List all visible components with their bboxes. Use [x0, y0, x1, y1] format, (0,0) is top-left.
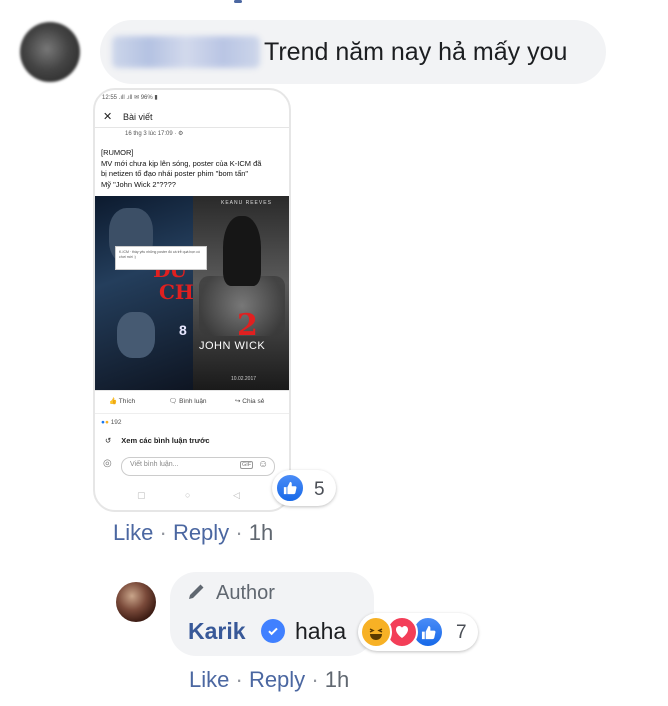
reply-text: haha — [295, 618, 347, 644]
author-badge: Author — [216, 582, 275, 604]
avatar[interactable] — [116, 582, 156, 622]
post-comment-label: Bình luận — [179, 398, 207, 405]
haha-icon: ● — [104, 419, 109, 426]
poster-right-date: 10.02.2017 — [231, 376, 257, 382]
divider — [95, 390, 289, 391]
refresh-icon: ↺ — [105, 436, 112, 445]
poster-right-image: KEANU REEVES 2 JOHN WICK 10.02.2017 — [193, 196, 289, 390]
nav-back-icon: ◁ — [233, 490, 240, 500]
pencil-icon — [186, 582, 206, 607]
embedded-comment-text: K-ICM · thầy yêu những poster đó cá trễ … — [119, 250, 200, 259]
timestamp[interactable]: 1h — [325, 667, 349, 692]
reply-link[interactable]: Reply — [249, 667, 305, 692]
timestamp[interactable]: 1h — [249, 520, 273, 545]
like-icon: 👍 — [109, 398, 118, 405]
separator: · — [311, 667, 319, 692]
reaction-count: 5 — [314, 479, 325, 500]
gif-icon: GIF — [240, 461, 254, 469]
author-name[interactable]: Karik — [188, 618, 246, 645]
share-icon: ↪ — [235, 398, 241, 405]
camera-icon: ◎ — [103, 458, 112, 469]
post-body-line: Mỹ "John Wick 2"???? — [101, 179, 176, 189]
comment-actions: Like · Reply · 1h — [113, 520, 273, 546]
poster-right-top: KEANU REEVES — [221, 200, 272, 206]
attached-screenshot[interactable]: 12:55 .ıll .ıll ✉ 96% ▮ ✕ Bài viết 16 th… — [93, 88, 291, 512]
post-share-label: Chia sẻ — [242, 398, 265, 405]
poster-right-title: JOHN WICK — [199, 340, 266, 352]
avatar[interactable] — [20, 22, 80, 82]
like-icon — [275, 473, 305, 503]
post-meta: 16 thg 3 lúc 17:09 · ⚙ — [125, 131, 184, 137]
poster-left-title: CH — [159, 280, 193, 304]
separator: · — [235, 667, 243, 692]
post-header-title: Bài viết — [123, 112, 153, 122]
top-link-fragment — [234, 0, 242, 3]
post-like-action: 👍 Thích — [109, 397, 135, 405]
post-body: [RUMOR] MV mới chưa kịp lên sóng, poster… — [101, 148, 283, 190]
close-icon: ✕ — [103, 111, 113, 123]
poster-right-number: 2 — [237, 308, 258, 343]
blurred-commenter-name[interactable] — [112, 36, 260, 68]
separator: · — [235, 520, 243, 545]
post-body-line: bị netizen tố đạo nhái poster phim "bom … — [101, 169, 249, 178]
divider — [95, 127, 289, 128]
post-body-line: MV mới chưa kịp lên sóng, poster của K-I… — [101, 158, 262, 168]
comment-text: Trend năm nay hả mấy you — [264, 38, 568, 66]
poster-left-number: 8 — [179, 322, 187, 338]
reply-actions: Like · Reply · 1h — [189, 667, 349, 693]
post-body-line: [RUMOR] — [101, 148, 134, 157]
poster-figure — [223, 216, 261, 286]
divider — [95, 413, 289, 414]
haha-icon — [360, 616, 392, 648]
nav-home-icon: ○ — [185, 490, 191, 500]
reaction-count: 7 — [456, 622, 467, 643]
view-previous-label: Xem các bình luận trước — [121, 436, 210, 445]
verified-icon — [261, 619, 285, 643]
reaction-summary[interactable] — [272, 470, 336, 506]
post-share-action: ↪ Chia sẻ — [235, 397, 264, 405]
poster-figure — [117, 312, 155, 358]
poster-left-image: ĐỪ CH 8 — [95, 196, 193, 390]
post-reaction-count: 192 — [110, 419, 122, 426]
post-comment-action: 🗨 Bình luận — [169, 397, 207, 405]
reply-link[interactable]: Reply — [173, 520, 229, 545]
phone-status-bar: 12:55 .ıll .ıll ✉ 96% ▮ — [102, 95, 158, 101]
view-previous-comments: ↺ Xem các bình luận trước — [105, 436, 210, 445]
post-like-label: Thích — [118, 398, 136, 405]
separator: · — [159, 520, 167, 545]
post-reaction-summary: ●● 192 — [101, 419, 122, 426]
like-link[interactable]: Like — [189, 667, 229, 692]
post-comment-input: Viết bình luận... GIF ☺ — [121, 457, 275, 476]
like-link[interactable]: Like — [113, 520, 153, 545]
comment-icon: 🗨 — [169, 398, 178, 405]
embedded-comment-card: K-ICM · thầy yêu những poster đó cá trễ … — [115, 246, 207, 270]
nav-square-icon: ▢ — [137, 490, 146, 500]
smile-icon: ☺ — [258, 459, 269, 470]
post-comment-placeholder: Viết bình luận... — [130, 461, 179, 468]
